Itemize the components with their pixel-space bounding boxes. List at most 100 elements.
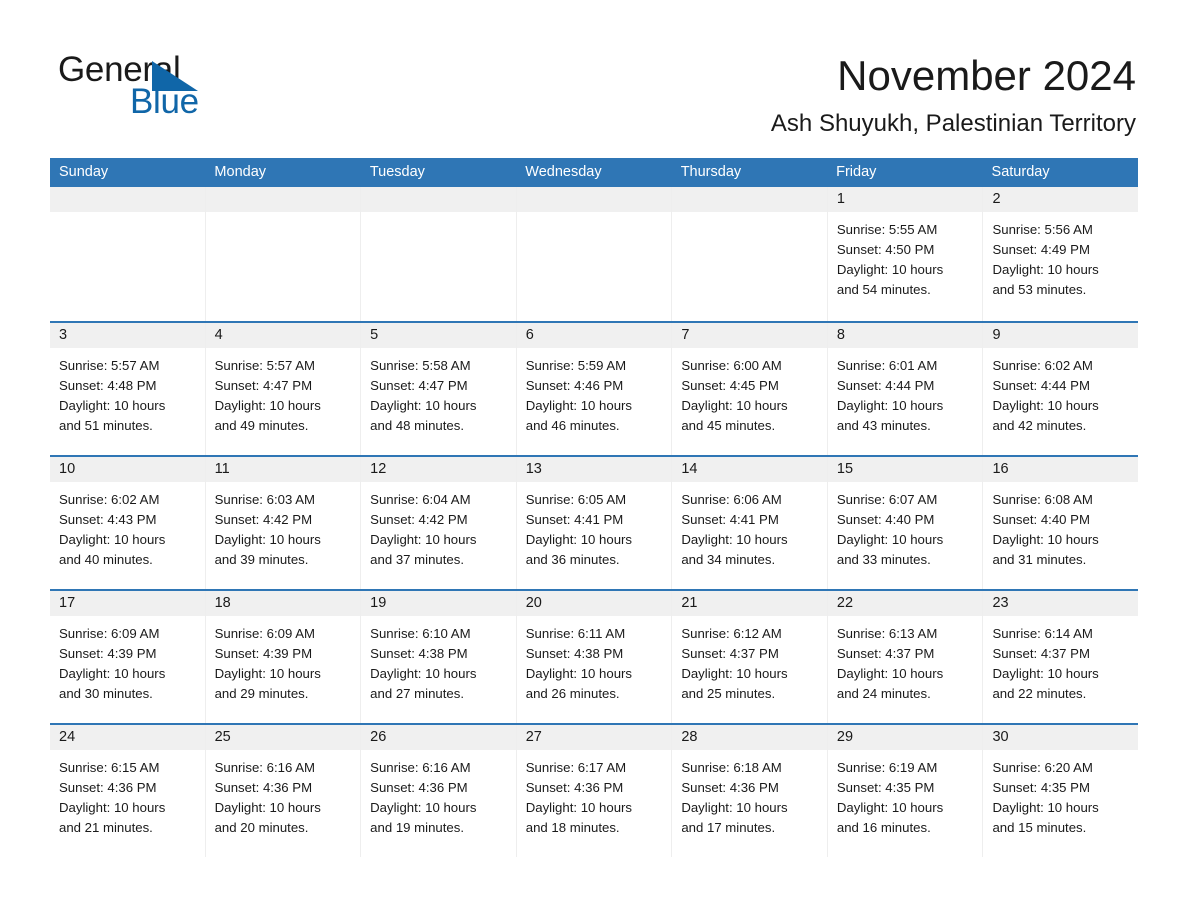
calendar-day-cell[interactable]: 2 Sunrise: 5:56 AM Sunset: 4:49 PM Daylight…: [983, 187, 1139, 321]
day-details: Sunrise: 6:01 AM Sunset: 4:44 PM Daylight:…: [828, 348, 983, 436]
calendar-day-cell[interactable]: 10 Sunrise: 6:02 AM Sunset: 4:43 PM Dayligh…: [50, 457, 206, 589]
day-details: Sunrise: 5:57 AM Sunset: 4:48 PM Daylight:…: [50, 348, 205, 436]
day-detail-line: and 19 minutes.: [370, 820, 464, 836]
day-detail-line: and 49 minutes.: [214, 418, 309, 434]
calendar-day-cell[interactable]: 25 Sunrise: 6:16 AM Sunset: 4:36 PM Dayligh…: [205, 725, 362, 857]
location-subtitle: Ash Shuyukh, Palestinian Territory: [770, 110, 1136, 137]
day-detail-line: Daylight: 10 hours: [525, 800, 633, 816]
day-detail-line: and 15 minutes.: [992, 820, 1087, 836]
day-number: 1: [827, 187, 983, 212]
day-detail-line: Daylight: 10 hours: [370, 532, 477, 548]
calendar-day-cell[interactable]: 7 Sunrise: 6:00 AM Sunset: 4:45 PM Daylight…: [672, 323, 828, 455]
calendar-week-row: 3 Sunrise: 5:57 AM Sunset: 4:48 PM Daylight…: [50, 321, 1139, 455]
day-detail-line: Sunset: 4:42 PM: [370, 512, 468, 528]
day-number: 23: [983, 591, 1139, 616]
day-detail-line: Sunset: 4:39 PM: [59, 646, 157, 662]
page-title: November 2024: [837, 52, 1136, 99]
day-detail-line: and 16 minutes.: [836, 820, 931, 836]
calendar-day-cell-empty: [205, 187, 362, 321]
calendar-day-cell[interactable]: 22 Sunrise: 6:13 AM Sunset: 4:37 PM Dayligh…: [827, 591, 984, 723]
calendar-day-cell[interactable]: 18 Sunrise: 6:09 AM Sunset: 4:39 PM Dayligh…: [205, 591, 362, 723]
day-detail-line: and 25 minutes.: [681, 686, 776, 702]
calendar-day-cell[interactable]: 16 Sunrise: 6:08 AM Sunset: 4:40 PM Dayligh…: [983, 457, 1139, 589]
day-detail-line: Sunset: 4:44 PM: [836, 378, 935, 394]
calendar-day-cell[interactable]: 19 Sunrise: 6:10 AM Sunset: 4:38 PM Dayligh…: [361, 591, 517, 723]
day-detail-line: Sunset: 4:40 PM: [992, 512, 1090, 528]
calendar-day-cell[interactable]: 9 Sunrise: 6:02 AM Sunset: 4:44 PM Daylight…: [983, 323, 1139, 455]
day-detail-line: Sunset: 4:44 PM: [992, 378, 1090, 394]
day-detail-line: Daylight: 10 hours: [525, 398, 633, 414]
calendar-day-cell[interactable]: 11 Sunrise: 6:03 AM Sunset: 4:42 PM Dayligh…: [205, 457, 362, 589]
calendar-day-cell[interactable]: 12 Sunrise: 6:04 AM Sunset: 4:42 PM Dayligh…: [361, 457, 517, 589]
calendar-day-cell[interactable]: 23 Sunrise: 6:14 AM Sunset: 4:37 PM Dayligh…: [983, 591, 1139, 723]
calendar-day-cell[interactable]: 4 Sunrise: 5:57 AM Sunset: 4:47 PM Daylight…: [205, 323, 362, 455]
day-detail-line: and 46 minutes.: [525, 418, 620, 434]
day-details: Sunrise: 6:02 AM Sunset: 4:44 PM Daylight:…: [983, 348, 1138, 436]
day-details: Sunrise: 6:08 AM Sunset: 4:40 PM Daylight:…: [983, 482, 1138, 570]
day-number: 28: [672, 725, 827, 750]
day-number: 24: [50, 725, 205, 750]
calendar-day-cell[interactable]: 17 Sunrise: 6:09 AM Sunset: 4:39 PM Dayligh…: [50, 591, 206, 723]
day-detail-line: Sunrise: 6:07 AM: [836, 492, 938, 507]
day-detail-line: Sunset: 4:37 PM: [992, 646, 1090, 662]
day-details: Sunrise: 5:55 AM Sunset: 4:50 PM Daylight:…: [828, 212, 983, 300]
day-details: Sunrise: 5:56 AM Sunset: 4:49 PM Daylight:…: [983, 212, 1138, 300]
calendar-day-cell[interactable]: 27 Sunrise: 6:17 AM Sunset: 4:36 PM Dayligh…: [516, 725, 673, 857]
day-details: [50, 212, 205, 220]
calendar-day-cell[interactable]: 5 Sunrise: 5:58 AM Sunset: 4:47 PM Daylight…: [361, 323, 517, 455]
calendar-day-cell[interactable]: 24 Sunrise: 6:15 AM Sunset: 4:36 PM Dayligh…: [50, 725, 206, 857]
logo-text-blue: Blue: [130, 82, 199, 121]
day-detail-line: and 34 minutes.: [681, 552, 776, 568]
day-detail-line: Daylight: 10 hours: [370, 666, 477, 682]
day-detail-line: Daylight: 10 hours: [681, 666, 788, 682]
calendar-day-cell[interactable]: 13 Sunrise: 6:05 AM Sunset: 4:41 PM Dayligh…: [516, 457, 673, 589]
day-details: Sunrise: 6:12 AM Sunset: 4:37 PM Daylight:…: [672, 616, 827, 704]
day-detail-line: Sunrise: 5:59 AM: [525, 358, 627, 373]
calendar-day-cell[interactable]: 20 Sunrise: 6:11 AM Sunset: 4:38 PM Dayligh…: [516, 591, 673, 723]
weekday-header-wednesday: Wednesday: [525, 164, 602, 180]
day-detail-line: Sunrise: 6:03 AM: [214, 492, 316, 507]
day-details: Sunrise: 6:16 AM Sunset: 4:36 PM Daylight:…: [361, 750, 516, 838]
day-number: 30: [983, 725, 1139, 750]
day-details: Sunrise: 6:00 AM Sunset: 4:45 PM Daylight:…: [672, 348, 827, 436]
day-detail-line: and 27 minutes.: [370, 686, 464, 702]
day-number: 13: [516, 457, 672, 482]
day-details: Sunrise: 5:59 AM Sunset: 4:46 PM Daylight:…: [517, 348, 672, 436]
day-detail-line: and 18 minutes.: [525, 820, 620, 836]
day-details: Sunrise: 6:09 AM Sunset: 4:39 PM Daylight:…: [206, 616, 361, 704]
day-detail-line: Sunset: 4:36 PM: [370, 780, 468, 796]
calendar-day-cell-empty: [50, 187, 206, 321]
day-number: [361, 187, 516, 212]
day-details: Sunrise: 6:13 AM Sunset: 4:37 PM Daylight:…: [828, 616, 983, 704]
calendar-day-cell[interactable]: 30 Sunrise: 6:20 AM Sunset: 4:35 PM Dayligh…: [983, 725, 1139, 857]
day-number: 8: [827, 323, 983, 348]
day-detail-line: and 33 minutes.: [836, 552, 931, 568]
day-number: 16: [983, 457, 1139, 482]
day-detail-line: and 48 minutes.: [370, 418, 464, 434]
calendar-day-cell[interactable]: 29 Sunrise: 6:19 AM Sunset: 4:35 PM Dayligh…: [827, 725, 984, 857]
day-detail-line: Sunrise: 6:16 AM: [370, 760, 471, 775]
calendar-day-cell[interactable]: 28 Sunrise: 6:18 AM Sunset: 4:36 PM Dayligh…: [672, 725, 828, 857]
weekday-header-thursday: Thursday: [680, 164, 742, 180]
day-detail-line: Sunrise: 6:05 AM: [525, 492, 627, 507]
day-detail-line: Sunset: 4:40 PM: [836, 512, 935, 528]
calendar-day-cell[interactable]: 14 Sunrise: 6:06 AM Sunset: 4:41 PM Dayligh…: [672, 457, 828, 589]
day-number: 5: [361, 323, 516, 348]
day-detail-line: Daylight: 10 hours: [370, 800, 477, 816]
calendar-day-cell[interactable]: 8 Sunrise: 6:01 AM Sunset: 4:44 PM Daylight…: [827, 323, 984, 455]
day-detail-line: Sunset: 4:41 PM: [681, 512, 779, 528]
day-detail-line: Sunrise: 6:11 AM: [525, 626, 626, 641]
day-detail-line: Sunrise: 6:12 AM: [681, 626, 782, 641]
calendar-day-cell[interactable]: 21 Sunrise: 6:12 AM Sunset: 4:37 PM Dayligh…: [672, 591, 828, 723]
calendar-day-cell[interactable]: 3 Sunrise: 5:57 AM Sunset: 4:48 PM Daylight…: [50, 323, 206, 455]
calendar-day-cell[interactable]: 6 Sunrise: 5:59 AM Sunset: 4:46 PM Daylight…: [516, 323, 673, 455]
day-number: 2: [983, 187, 1139, 212]
day-detail-line: Daylight: 10 hours: [992, 800, 1099, 816]
calendar-day-cell[interactable]: 26 Sunrise: 6:16 AM Sunset: 4:36 PM Dayligh…: [361, 725, 517, 857]
day-details: Sunrise: 6:05 AM Sunset: 4:41 PM Daylight:…: [517, 482, 672, 570]
calendar-day-cell[interactable]: 1 Sunrise: 5:55 AM Sunset: 4:50 PM Daylight…: [827, 187, 984, 321]
calendar-day-cell[interactable]: 15 Sunrise: 6:07 AM Sunset: 4:40 PM Dayligh…: [827, 457, 984, 589]
title-block: November 2024 Ash Shuyukh, Palestinian T…: [771, 50, 1136, 141]
day-detail-line: Daylight: 10 hours: [836, 532, 944, 548]
day-details: Sunrise: 6:14 AM Sunset: 4:37 PM Daylight:…: [983, 616, 1138, 704]
